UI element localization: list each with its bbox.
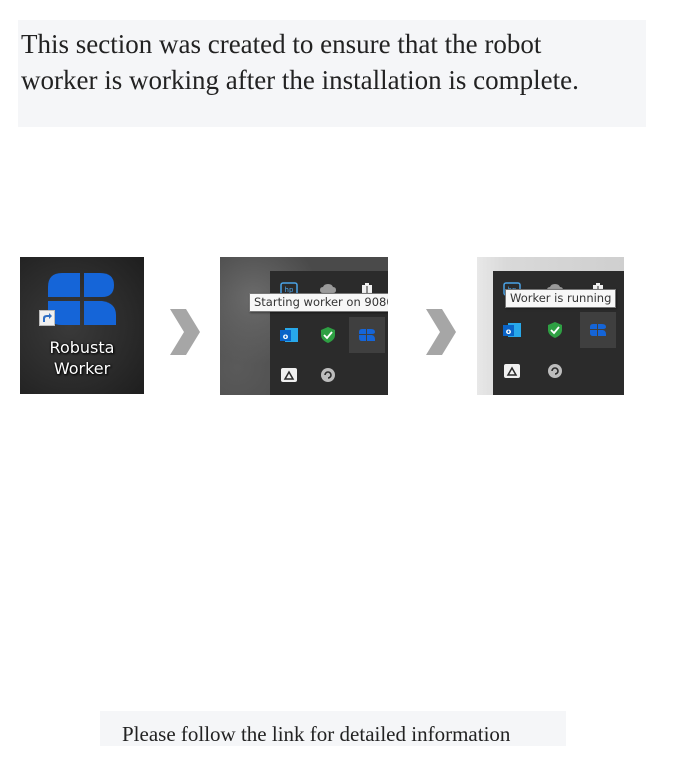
robusta-worker-icon[interactable] xyxy=(349,317,385,353)
footer-section: Please follow the link for detailed info… xyxy=(100,711,566,746)
tray-starting-worker: hp o Starting worker on 9080 xyxy=(220,257,388,395)
desktop-shortcut-robusta-worker[interactable]: Robusta Worker xyxy=(20,257,144,394)
outlook-icon[interactable]: o xyxy=(494,312,530,348)
drive-icon[interactable] xyxy=(494,353,530,389)
drive-icon[interactable] xyxy=(271,357,307,393)
robusta-logo-icon xyxy=(48,273,116,325)
intro-section: This section was created to ensure that … xyxy=(18,20,646,127)
shortcut-label-line-2: Worker xyxy=(53,359,111,378)
tooltip-starting-worker: Starting worker on 9080 xyxy=(249,293,388,312)
tray-worker-running: hp o Worker is running xyxy=(477,257,624,395)
robusta-worker-icon[interactable] xyxy=(580,312,616,348)
sync-icon[interactable] xyxy=(537,353,573,389)
svg-text:o: o xyxy=(506,327,512,336)
defender-icon[interactable] xyxy=(537,312,573,348)
shortcut-label-line-1: Robusta xyxy=(49,338,115,357)
intro-text: This section was created to ensure that … xyxy=(21,26,646,98)
svg-text:o: o xyxy=(283,332,289,341)
chevron-right-icon xyxy=(426,309,456,355)
intro-text-line-2: worker is working after the installation… xyxy=(21,65,579,95)
shortcut-label: Robusta Worker xyxy=(20,337,144,379)
outlook-icon[interactable]: o xyxy=(271,317,307,353)
detailed-info-link[interactable]: Please follow the link for detailed info… xyxy=(122,721,510,747)
tray-icon-grid: hp o xyxy=(270,271,388,395)
shortcut-arrow-icon xyxy=(39,310,55,326)
chevron-right-icon xyxy=(170,309,200,355)
defender-icon[interactable] xyxy=(310,317,346,353)
intro-text-line-1: This section was created to ensure that … xyxy=(21,29,542,59)
tooltip-worker-running: Worker is running xyxy=(505,289,617,308)
sync-icon[interactable] xyxy=(310,357,346,393)
